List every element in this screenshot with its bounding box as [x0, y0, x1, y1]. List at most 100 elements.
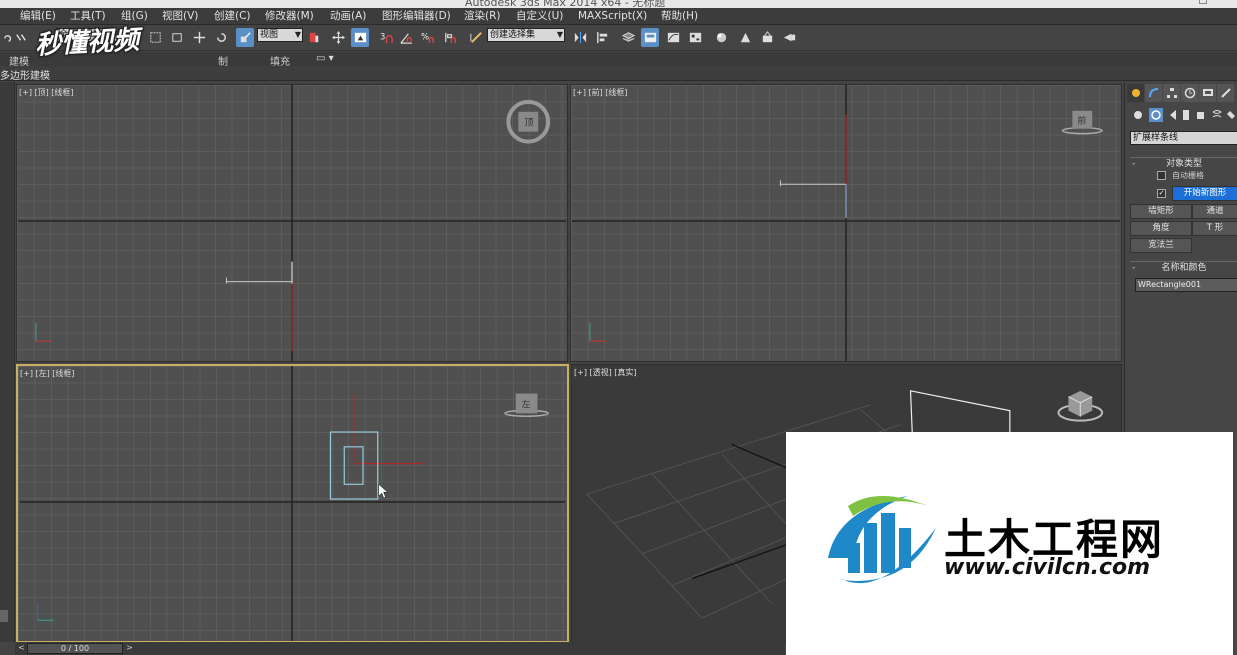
main-toolbar: 全部 ▼ 视图 ▼ 3 % 创建选择集 ▼	[0, 25, 1237, 51]
keyboard-shortcut-icon[interactable]	[351, 28, 369, 47]
menu-item-11[interactable]: 帮助(H)	[661, 9, 698, 24]
ribbon-tabs: 建模 制 填充 ▭ ▾	[0, 52, 1237, 68]
render-production-icon[interactable]	[780, 28, 798, 47]
motion-tab-icon[interactable]	[1181, 84, 1198, 102]
wall-rectangle-button[interactable]: 墙矩形	[1130, 204, 1192, 219]
display-tab-icon[interactable]	[1199, 84, 1216, 102]
time-prev-button[interactable]: <	[17, 643, 26, 654]
miaodong-watermark: 秒懂视频	[34, 25, 140, 61]
window-crossing-icon[interactable]	[168, 28, 186, 47]
menu-item-10[interactable]: MAXScript(X)	[578, 9, 647, 24]
spinner-snap-icon[interactable]	[441, 28, 459, 47]
auto-grid-checkbox[interactable]	[1157, 171, 1166, 180]
viewport-label-top[interactable]: [+] [顶] [线框]	[19, 87, 74, 98]
modify-tab-icon[interactable]	[1145, 84, 1162, 102]
cameras-icon	[1183, 110, 1189, 120]
time-slider-bar: < 0 / 100 >	[15, 642, 785, 655]
start-new-shape-checkbox[interactable]: ✓	[1157, 189, 1166, 198]
category-dropdown[interactable]: 扩展样条线	[1130, 131, 1237, 145]
ribbon-panel: 多边形建模	[0, 66, 1237, 82]
chevron-down-icon: ▼	[294, 30, 301, 39]
title-bar: Autodesk 3ds Max 2014 x64 - 无标题	[0, 0, 1237, 8]
svg-text:3: 3	[379, 31, 384, 41]
viewport-top[interactable]: [+] [顶] [线框] 顶	[16, 84, 568, 362]
shapes-icon	[1149, 108, 1163, 122]
named-selection-sets-dropdown[interactable]: 创建选择集 ▼	[487, 28, 565, 42]
tee-button[interactable]: T 形	[1192, 221, 1237, 236]
time-slider[interactable]: 0 / 100	[27, 643, 123, 654]
minimize-icon[interactable]	[1199, 0, 1207, 4]
create-tab-icon[interactable]	[1127, 84, 1144, 102]
hierarchy-tab-icon[interactable]	[1163, 84, 1180, 102]
angle-snap-icon[interactable]	[397, 28, 415, 47]
menu-item-6[interactable]: 动画(A)	[330, 9, 366, 24]
rollout-object-type[interactable]: - 对象类型	[1130, 157, 1237, 170]
helpers-icon	[1197, 112, 1204, 119]
material-editor-icon[interactable]	[712, 28, 730, 47]
percent-snap-icon[interactable]: %	[419, 28, 437, 47]
start-new-shape-button[interactable]: 开始新图形	[1172, 186, 1237, 201]
viewcube-left-label: 左	[522, 398, 531, 410]
viewcube-top-label: 顶	[524, 118, 533, 129]
select-rotate-icon[interactable]	[212, 28, 230, 47]
menu-item-0[interactable]: 编辑(E)	[20, 9, 56, 24]
chevron-down-icon: ▼	[556, 30, 563, 39]
rendered-frame-icon[interactable]	[758, 28, 776, 47]
rect-select-region-icon[interactable]	[146, 28, 164, 47]
layer-manager-icon[interactable]	[619, 28, 637, 47]
menu-item-3[interactable]: 视图(V)	[162, 9, 198, 24]
render-setup-icon[interactable]	[736, 28, 754, 47]
viewport-label-front[interactable]: [+] [前] [线框]	[573, 87, 628, 98]
space-warps-icon	[1212, 110, 1222, 118]
unlink-icon[interactable]	[12, 28, 30, 47]
manipulate-icon[interactable]	[329, 28, 347, 47]
window-title: Autodesk 3ds Max 2014 x64 - 无标题	[465, 0, 666, 8]
polygon-modeling-label[interactable]: 多边形建模	[0, 67, 50, 82]
viewport-front[interactable]: [+] [前] [线框] 前	[570, 84, 1122, 362]
time-next-button[interactable]: >	[125, 643, 134, 654]
menu-item-4[interactable]: 创建(C)	[214, 9, 251, 24]
select-scale-icon[interactable]	[236, 28, 254, 47]
viewcube-front-label: 前	[1077, 115, 1086, 127]
civilcn-site-url: www.civilcn.com	[944, 555, 1151, 580]
snap-3d-icon[interactable]: 3	[377, 28, 395, 47]
svg-text:%: %	[421, 31, 429, 41]
menu-item-7[interactable]: 图形编辑器(D)	[382, 9, 451, 24]
edit-named-selection-icon[interactable]	[467, 28, 485, 47]
collapse-minus: -	[1132, 263, 1136, 273]
angle-button[interactable]: 角度	[1130, 221, 1192, 236]
create-category-icons	[1134, 108, 1235, 122]
expand-arrow-icon[interactable]	[0, 610, 8, 622]
wide-flange-button[interactable]: 宽法兰	[1130, 238, 1192, 253]
ribbon-options-icon[interactable]: ▭ ▾	[316, 53, 334, 64]
viewport-label-persp[interactable]: [+] [透视] [真实]	[574, 367, 637, 378]
rollout-name-color-title: 名称和颜色	[1161, 263, 1207, 273]
curve-editor-icon[interactable]	[664, 28, 682, 47]
graphite-tools-icon[interactable]	[641, 28, 659, 47]
mirror-icon[interactable]	[571, 28, 589, 47]
viewport-left[interactable]: [+] [左] [线框] 左	[16, 364, 569, 643]
viewport-top-canvas: 顶	[17, 85, 567, 361]
align-icon[interactable]	[593, 28, 611, 47]
systems-icon	[1227, 111, 1235, 119]
named-selection-value: 创建选择集	[490, 30, 536, 40]
utilities-tab-icon[interactable]	[1217, 84, 1234, 102]
auto-grid-label: 自动栅格	[1172, 171, 1204, 180]
viewport-front-canvas: 前	[571, 85, 1121, 361]
left-ribbon-strip	[0, 82, 15, 642]
menu-item-9[interactable]: 自定义(U)	[516, 9, 563, 24]
rollout-object-type-title: 对象类型	[1165, 159, 1202, 169]
select-move-icon[interactable]	[190, 28, 208, 47]
rollout-name-color[interactable]: - 名称和颜色	[1130, 261, 1237, 274]
civilcn-logo-icon	[828, 496, 936, 584]
menu-item-8[interactable]: 渲染(R)	[464, 9, 501, 24]
object-name-field[interactable]: WRectangle001	[1135, 278, 1237, 292]
menu-item-5[interactable]: 修改器(M)	[265, 9, 314, 24]
channel-button[interactable]: 通道	[1192, 204, 1237, 219]
viewport-label-left[interactable]: [+] [左] [线框]	[20, 368, 75, 379]
schematic-view-icon[interactable]	[686, 28, 704, 47]
reference-coord-value: 视图	[260, 30, 279, 40]
pivot-point-icon[interactable]	[305, 28, 323, 47]
reference-coord-dropdown[interactable]: 视图 ▼	[257, 28, 303, 42]
geometry-icon	[1134, 111, 1142, 119]
